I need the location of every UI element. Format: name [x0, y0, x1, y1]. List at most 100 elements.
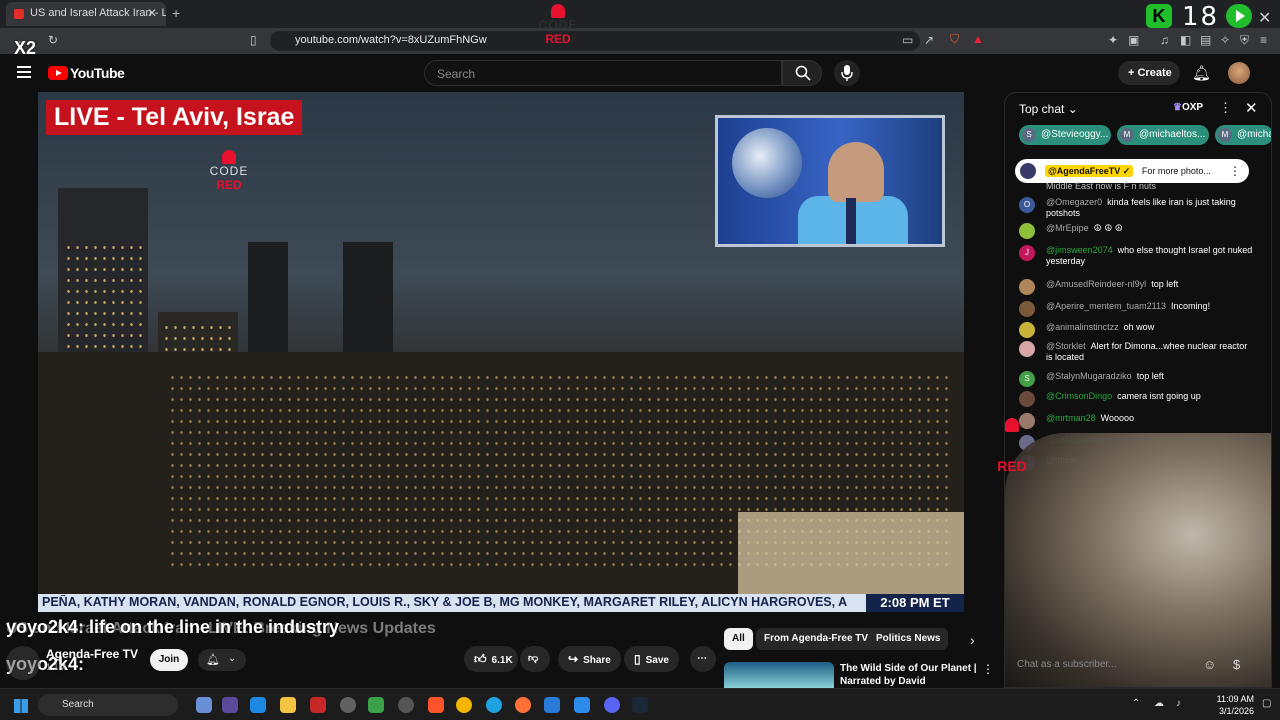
- chip-politics-news[interactable]: Politics News: [868, 628, 949, 650]
- notifications-icon[interactable]: 🔔︎: [1192, 64, 1211, 82]
- bookmark-icon[interactable]: ▯: [250, 33, 257, 47]
- like-button[interactable]: 👍︎ 6.1K: [464, 646, 518, 672]
- file-explorer-icon[interactable]: [280, 697, 296, 713]
- chat-menu-icon[interactable]: ⋮: [1219, 100, 1232, 116]
- recommendation-menu-icon[interactable]: ⋮: [982, 662, 994, 676]
- chat-author[interactable]: @Omegazer0: [1046, 197, 1102, 207]
- video-player[interactable]: LIVE - Tel Aviv, Israe CODE RED PEÑA, KA…: [38, 92, 964, 612]
- tab-close-icon[interactable]: ✕: [147, 6, 157, 20]
- wallet-icon[interactable]: ▣: [1128, 33, 1139, 47]
- more-actions-button[interactable]: ⋯: [690, 646, 716, 672]
- leo-icon[interactable]: ✧: [1220, 33, 1230, 47]
- browser-menu-icon[interactable]: ≡: [1260, 33, 1267, 47]
- chat-mode-selector[interactable]: Top chat ⌄: [1019, 102, 1078, 116]
- chat-author[interactable]: @animalinstinctzz: [1046, 322, 1119, 332]
- chat-author[interactable]: @AmusedReindeer-nl9yl: [1046, 279, 1146, 289]
- chat-author[interactable]: @jimsween2074: [1046, 245, 1113, 255]
- chat-message[interactable]: @animalinstinctzz oh wow: [1019, 322, 1255, 338]
- app-icon[interactable]: [544, 697, 560, 713]
- system-clock[interactable]: 11:09 AM 3/1/2026: [1202, 693, 1254, 717]
- new-tab-icon[interactable]: +: [172, 5, 180, 21]
- save-button[interactable]: ▯ Save: [624, 646, 679, 672]
- chat-message[interactable]: @AmusedReindeer-nl9yl top left: [1019, 279, 1255, 295]
- chat-message[interactable]: O @Omegazer0 kinda feels like iran is just…: [1019, 197, 1255, 219]
- close-icon[interactable]: ✕: [1258, 8, 1271, 28]
- chat-message[interactable]: J @jimsween2074 who else thought Israel go…: [1019, 245, 1255, 267]
- chat-message[interactable]: @mrtman28 Wooooo: [1019, 413, 1255, 429]
- join-button[interactable]: Join: [150, 649, 188, 671]
- chat-close-icon[interactable]: ✕: [1245, 99, 1258, 117]
- app-icon[interactable]: [368, 697, 384, 713]
- vscode-icon[interactable]: [574, 697, 590, 713]
- voice-search-button[interactable]: [834, 60, 860, 86]
- super-chat-icon[interactable]: $: [1233, 657, 1240, 672]
- extensions-icon[interactable]: ✦: [1108, 33, 1118, 47]
- cast-icon[interactable]: ▭: [902, 33, 913, 47]
- reading-list-icon[interactable]: ▤: [1200, 33, 1211, 47]
- chat-message[interactable]: @Aperire_mentem_tuam2113 Incoming!: [1019, 301, 1255, 317]
- edge-icon[interactable]: [486, 697, 502, 713]
- windows-start-icon[interactable]: [14, 699, 28, 713]
- chip-all[interactable]: All: [724, 628, 753, 650]
- top-donor-pill[interactable]: M @michaeltos...: [1117, 125, 1209, 145]
- youtube-brand[interactable]: YouTube: [70, 65, 125, 81]
- app-icon[interactable]: [340, 697, 356, 713]
- emoji-icon[interactable]: ☺: [1203, 657, 1216, 672]
- app-icon[interactable]: [310, 697, 326, 713]
- vpn-icon[interactable]: ⛨: [1240, 33, 1249, 48]
- top-donor-pill[interactable]: S @Stevieoggy...: [1019, 125, 1111, 145]
- app-icon[interactable]: [398, 697, 414, 713]
- channel-name[interactable]: Agenda-Free TV: [46, 647, 138, 661]
- network-icon[interactable]: ☁: [1154, 698, 1164, 709]
- message-text: Middle East now is F n nuts: [1046, 181, 1157, 191]
- oxp-badge[interactable]: ♛OXP: [1173, 102, 1203, 113]
- chat-author[interactable]: @mrtman28: [1046, 413, 1096, 423]
- chip-from-channel[interactable]: From Agenda-Free TV: [756, 628, 877, 650]
- chrome-icon[interactable]: [456, 697, 472, 713]
- dislike-button[interactable]: 👎︎: [520, 646, 550, 672]
- search-input[interactable]: Search: [424, 60, 782, 86]
- top-donor-pill[interactable]: M @micha: [1215, 125, 1271, 145]
- media-icon[interactable]: ♫: [1160, 33, 1169, 47]
- pinned-menu-icon[interactable]: ⋮: [1229, 159, 1241, 183]
- app-icon[interactable]: [250, 697, 266, 713]
- rewards-icon[interactable]: ▲: [972, 32, 984, 46]
- firefox-icon[interactable]: [515, 697, 531, 713]
- url-field[interactable]: youtube.com/watch?v=8xUZumFhNGw: [270, 31, 920, 51]
- chat-author[interactable]: @Storklet: [1046, 341, 1086, 351]
- chevron-right-icon[interactable]: ›: [970, 632, 975, 648]
- sidebar-icon[interactable]: ◧: [1180, 33, 1191, 47]
- app-icon[interactable]: [222, 697, 238, 713]
- chat-message[interactable]: @MrEpipe ☮ ☮ ☮: [1019, 223, 1255, 239]
- create-button[interactable]: + Create: [1118, 61, 1180, 85]
- channel-avatar[interactable]: [6, 646, 40, 680]
- chat-input[interactable]: Chat as a subscriber...: [1017, 659, 1117, 670]
- chat-message[interactable]: @CrimsonDingo camera isnt going up: [1019, 391, 1255, 407]
- chat-message[interactable]: @Storklet Alert for Dimona...whee nuclear…: [1019, 341, 1255, 363]
- account-avatar[interactable]: [1228, 62, 1250, 84]
- task-view-icon[interactable]: [196, 697, 212, 713]
- steam-icon[interactable]: [632, 697, 648, 713]
- notification-center-icon[interactable]: ▢: [1262, 698, 1271, 709]
- pinned-message[interactable]: @AgendaFreeTV ✓ For more photo... ⋮: [1015, 159, 1249, 183]
- brave-shield-icon[interactable]: ⛉: [950, 32, 959, 47]
- taskbar-search[interactable]: Search: [38, 694, 178, 716]
- hamburger-menu-icon[interactable]: [17, 66, 31, 78]
- tray-chevron-icon[interactable]: ⌃: [1132, 698, 1140, 709]
- share-page-icon[interactable]: ↗: [924, 33, 934, 47]
- chat-author[interactable]: @Aperire_mentem_tuam2113: [1046, 301, 1166, 311]
- youtube-logo-icon[interactable]: [48, 66, 68, 80]
- chat-author[interactable]: @StalynMugaradziko: [1046, 371, 1132, 381]
- search-button[interactable]: [782, 60, 822, 86]
- reload-icon[interactable]: ↻: [48, 33, 58, 47]
- brave-browser-icon[interactable]: [428, 697, 444, 713]
- subscribed-bell-button[interactable]: 🔔︎ ⌄: [198, 649, 246, 671]
- volume-icon[interactable]: ♪: [1176, 698, 1181, 709]
- recommendation-thumbnail[interactable]: [724, 662, 834, 688]
- chat-author[interactable]: @MrEpipe: [1046, 223, 1089, 233]
- chat-message[interactable]: S @StalynMugaradziko top left: [1019, 371, 1255, 387]
- share-button[interactable]: ↪ Share: [558, 646, 621, 672]
- discord-icon[interactable]: [604, 697, 620, 713]
- chat-author[interactable]: @CrimsonDingo: [1046, 391, 1112, 401]
- browser-tab[interactable]: US and Israel Attack Iran - LIVE: [6, 2, 166, 26]
